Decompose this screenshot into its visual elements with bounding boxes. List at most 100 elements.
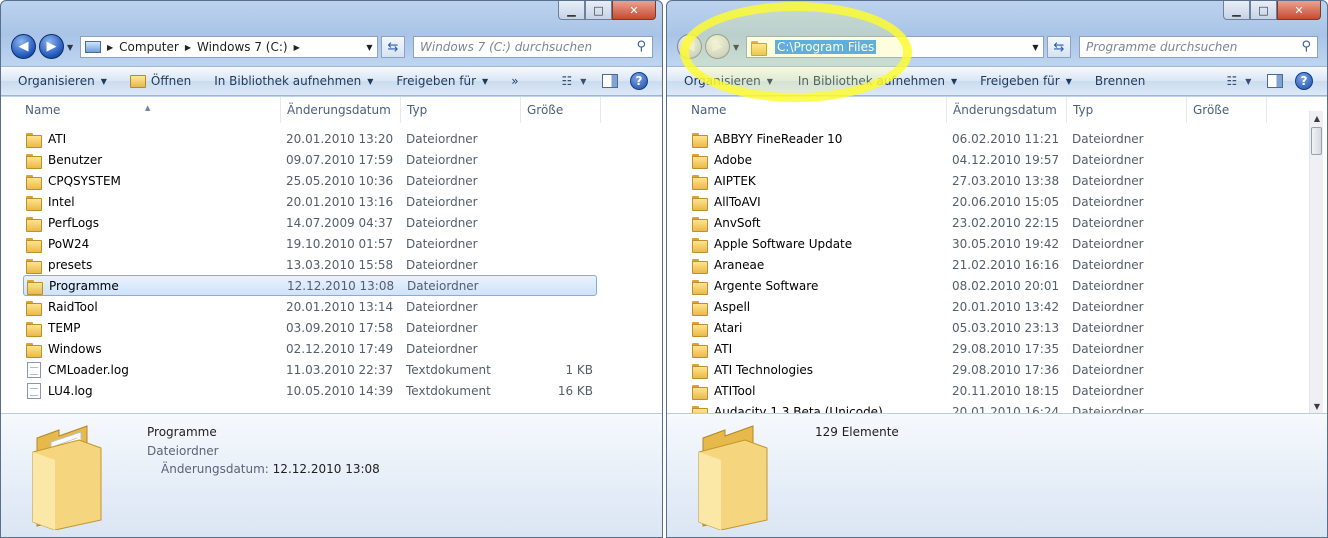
table-row[interactable]: Programme 12.12.2010 13:08 Dateiordner <box>23 275 597 296</box>
column-header-size[interactable]: Größe <box>1187 97 1267 123</box>
search-icon[interactable]: ⚲ <box>1301 39 1311 54</box>
table-row[interactable]: CMLoader.log 11.03.2010 22:37 Textdokument… <box>23 359 597 380</box>
forward-button[interactable]: ▶ <box>705 34 730 59</box>
address-dropdown-icon[interactable]: ▼ <box>361 37 377 57</box>
search-icon[interactable]: ⚲ <box>636 39 646 54</box>
recent-pages-dropdown[interactable]: ▼ <box>67 43 77 53</box>
organize-button[interactable]: Organisieren ▼ <box>675 69 782 93</box>
table-row[interactable]: LU4.log 10.05.2010 14:39 Textdokument 16 KB <box>23 380 597 401</box>
file-type: Dateiordner <box>406 236 478 251</box>
table-row[interactable]: CPQSYSTEM 25.05.2010 10:36 Dateiordner <box>23 170 597 191</box>
more-commands-button[interactable]: » <box>497 69 527 93</box>
column-header-name[interactable]: Name <box>685 97 947 123</box>
scroll-down-icon[interactable]: ▼ <box>1310 399 1324 413</box>
table-row[interactable]: Windows 02.12.2010 17:49 Dateiordner <box>23 338 597 359</box>
organize-label: Organisieren <box>18 74 95 88</box>
help-icon[interactable]: ? <box>630 72 648 90</box>
include-in-library-button[interactable]: In Bibliothek aufnehmen ▼ <box>200 69 382 93</box>
table-row[interactable]: Benutzer 09.07.2010 17:59 Dateiordner <box>23 149 597 170</box>
open-label: Öffnen <box>150 74 192 88</box>
table-row[interactable]: Argente Software 08.02.2010 20:01 Dateiord… <box>689 275 1289 296</box>
address-path-input[interactable]: C:\Program Files <box>775 40 877 54</box>
file-type: Dateiordner <box>1072 194 1144 209</box>
folder-icon <box>26 174 42 190</box>
forward-button[interactable]: ▶ <box>39 34 64 59</box>
breadcrumb-computer[interactable]: Computer <box>115 40 183 54</box>
scroll-thumb[interactable] <box>1311 127 1322 155</box>
back-button[interactable]: ◀ <box>11 34 36 59</box>
explorer-window-right: ▁ □ ✕ ◀ ▶ ▼ C:\Program Files ▼ ⇆ Program… <box>666 0 1328 538</box>
table-row[interactable]: Adobe 04.12.2010 19:57 Dateiordner <box>689 149 1289 170</box>
open-button[interactable]: Öffnen <box>116 69 200 93</box>
maximize-button[interactable]: □ <box>1250 1 1277 20</box>
table-row[interactable]: TEMP 03.09.2010 17:58 Dateiordner <box>23 317 597 338</box>
table-row[interactable]: presets 13.03.2010 15:58 Dateiordner <box>23 254 597 275</box>
chevron-right-icon[interactable]: ▶ <box>105 43 115 52</box>
table-row[interactable]: ATI 20.01.2010 13:20 Dateiordner <box>23 128 597 149</box>
file-name-label: Aspell <box>714 299 751 314</box>
burn-button[interactable]: Brennen <box>1081 69 1154 93</box>
column-header-size[interactable]: Größe <box>521 97 601 123</box>
chevron-right-icon[interactable]: ▶ <box>292 43 302 52</box>
vertical-scrollbar[interactable]: ▲ ▼ <box>1309 111 1323 413</box>
address-dropdown-icon[interactable]: ▼ <box>1027 37 1043 57</box>
scroll-up-icon[interactable]: ▲ <box>1310 111 1324 125</box>
recent-pages-dropdown[interactable]: ▼ <box>733 43 743 53</box>
file-name: Audacity 1.3 Beta (Unicode) <box>692 405 883 413</box>
file-type: Dateiordner <box>406 341 478 356</box>
preview-pane-icon[interactable] <box>602 74 618 88</box>
table-row[interactable]: RaidTool 20.01.2010 13:14 Dateiordner <box>23 296 597 317</box>
minimize-button[interactable]: ▁ <box>1223 1 1250 20</box>
chevron-right-icon[interactable]: ▶ <box>183 43 193 52</box>
table-row[interactable]: Audacity 1.3 Beta (Unicode) 20.01.2010 16… <box>689 401 1289 413</box>
address-bar[interactable]: ▶ Computer ▶ Windows 7 (C:) ▶ ▼ <box>80 36 378 58</box>
table-row[interactable]: Araneae 21.02.2010 16:16 Dateiordner <box>689 254 1289 275</box>
table-row[interactable]: AIPTEK 27.03.2010 13:38 Dateiordner <box>689 170 1289 191</box>
file-name-label: Intel <box>48 194 75 209</box>
close-button[interactable]: ✕ <box>1277 1 1321 20</box>
change-view-button[interactable]: ☷ ▼ <box>558 70 590 92</box>
table-row[interactable]: PoW24 19.10.2010 01:57 Dateiordner <box>23 233 597 254</box>
table-row[interactable]: Aspell 20.01.2010 13:42 Dateiordner <box>689 296 1289 317</box>
breadcrumb-drive[interactable]: Windows 7 (C:) <box>193 40 292 54</box>
table-row[interactable]: ATI 29.08.2010 17:35 Dateiordner <box>689 338 1289 359</box>
table-row[interactable]: ATITool 20.11.2010 18:15 Dateiordner <box>689 380 1289 401</box>
help-icon[interactable]: ? <box>1295 72 1313 90</box>
minimize-button[interactable]: ▁ <box>558 1 585 20</box>
column-header-type[interactable]: Typ <box>401 97 521 123</box>
address-bar[interactable]: C:\Program Files ▼ <box>746 36 1044 58</box>
table-row[interactable]: AnvSoft 23.02.2010 22:15 Dateiordner <box>689 212 1289 233</box>
table-row[interactable]: ATI Technologies 29.08.2010 17:36 Dateiord… <box>689 359 1289 380</box>
table-row[interactable]: Atari 05.03.2010 23:13 Dateiordner <box>689 317 1289 338</box>
column-header-date[interactable]: Änderungsdatum <box>281 97 401 123</box>
details-item-type: Dateiordner <box>147 444 219 458</box>
close-button[interactable]: ✕ <box>612 1 656 20</box>
file-type: Dateiordner <box>406 131 478 146</box>
search-input[interactable]: Windows 7 (C:) durchsuchen ⚲ <box>413 36 653 58</box>
table-row[interactable]: Apple Software Update 30.05.2010 19:42 Dat… <box>689 233 1289 254</box>
column-header-name[interactable]: ▲ Name <box>19 97 281 123</box>
share-with-button[interactable]: Freigeben für ▼ <box>966 69 1081 93</box>
column-date-label: Änderungsdatum <box>287 103 391 117</box>
organize-button[interactable]: Organisieren ▼ <box>9 69 116 93</box>
file-name: ABBYY FineReader 10 <box>692 132 842 148</box>
back-button[interactable]: ◀ <box>677 34 702 59</box>
folder-icon <box>26 237 42 253</box>
search-input[interactable]: Programme durchsuchen ⚲ <box>1079 36 1318 58</box>
change-view-button[interactable]: ☷ ▼ <box>1223 70 1255 92</box>
table-row[interactable]: Intel 20.01.2010 13:16 Dateiordner <box>23 191 597 212</box>
preview-pane-icon[interactable] <box>1267 74 1283 88</box>
file-name: PoW24 <box>26 237 89 253</box>
table-row[interactable]: AllToAVI 20.06.2010 15:05 Dateiordner <box>689 191 1289 212</box>
refresh-button[interactable]: ⇆ <box>381 36 405 58</box>
refresh-button[interactable]: ⇆ <box>1047 36 1071 58</box>
file-name: Adobe <box>692 153 752 169</box>
column-header-date[interactable]: Änderungsdatum <box>947 97 1067 123</box>
include-in-library-button[interactable]: In Bibliothek aufnehmen ▼ <box>782 69 966 93</box>
file-date: 27.03.2010 13:38 <box>952 173 1060 188</box>
maximize-button[interactable]: □ <box>585 1 612 20</box>
table-row[interactable]: PerfLogs 14.07.2009 04:37 Dateiordner <box>23 212 597 233</box>
table-row[interactable]: ABBYY FineReader 10 06.02.2010 11:21 Datei… <box>689 128 1289 149</box>
column-header-type[interactable]: Typ <box>1067 97 1187 123</box>
share-with-button[interactable]: Freigeben für ▼ <box>382 69 497 93</box>
